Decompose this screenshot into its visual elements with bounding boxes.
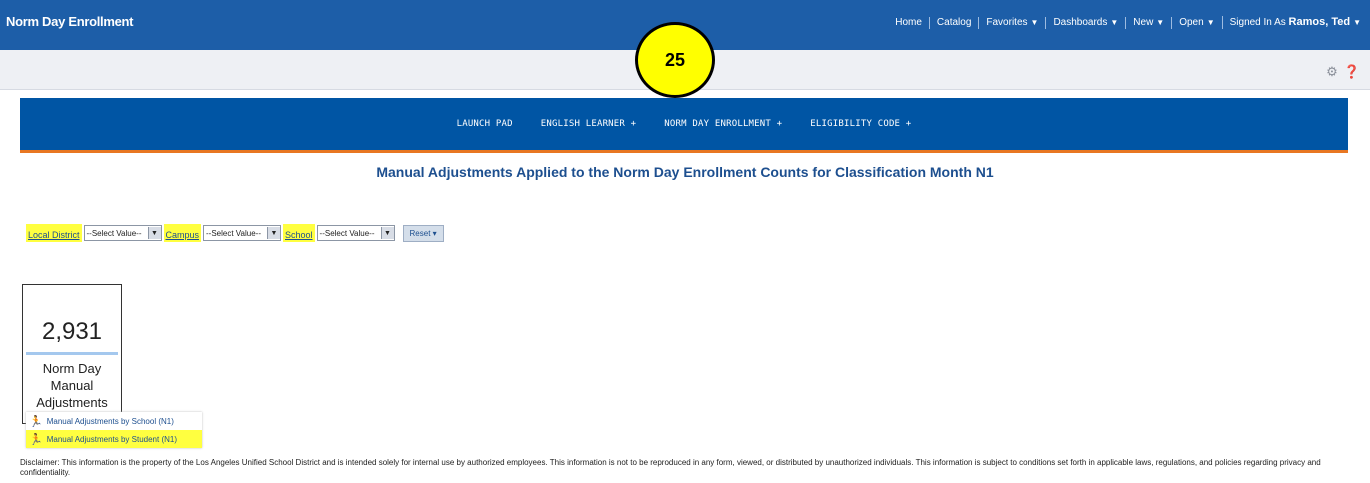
chevron-down-icon: ▼ xyxy=(1206,17,1215,27)
reset-button[interactable]: Reset ▾ xyxy=(402,224,444,242)
open-label: Open xyxy=(1179,16,1204,28)
school-label: School xyxy=(283,224,315,242)
dashboards-menu[interactable]: Dashboards ▼ xyxy=(1045,16,1125,29)
new-menu[interactable]: New ▼ xyxy=(1125,16,1171,29)
kpi-value: 2,931 xyxy=(41,318,103,345)
dashboard-banner: LAUNCH PAD ENGLISH LEARNER + NORM DAY EN… xyxy=(20,98,1348,153)
link-label: Manual Adjustments by Student (N1) xyxy=(46,434,177,444)
school-value: --Select Value-- xyxy=(319,228,375,238)
help-icon[interactable]: ❓ xyxy=(1344,64,1360,80)
toolbar-icons: ⚙ ❓ xyxy=(1326,64,1360,80)
user-menu[interactable]: Signed In As Ramos, Ted ▼ xyxy=(1221,16,1368,29)
nav-eligibility-code[interactable]: ELIGIBILITY CODE + xyxy=(810,119,911,129)
school-select[interactable]: --Select Value-- ▼ xyxy=(316,225,395,241)
reset-label: Reset xyxy=(409,228,431,238)
catalog-link[interactable]: Catalog xyxy=(928,16,978,29)
local-district-value: --Select Value-- xyxy=(86,228,142,238)
signed-in-label: Signed In As xyxy=(1229,17,1286,28)
chevron-down-icon: ▼ xyxy=(1156,17,1165,27)
campus-select[interactable]: --Select Value-- ▼ xyxy=(203,225,281,241)
nav-english-learner[interactable]: ENGLISH LEARNER + xyxy=(541,119,637,129)
dashboards-label: Dashboards xyxy=(1053,16,1108,28)
kpi-tile[interactable]: 2,931 Norm Day Manual Adjustments xyxy=(22,284,122,424)
link-label: Manual Adjustments by School (N1) xyxy=(46,416,174,426)
link-adjustments-by-student[interactable]: 🏃 Manual Adjustments by Student (N1) xyxy=(26,430,202,448)
action-links-menu: 🏃 Manual Adjustments by School (N1) 🏃 Manu… xyxy=(26,412,202,448)
favorites-label: Favorites xyxy=(986,16,1028,28)
favorites-menu[interactable]: Favorites ▼ xyxy=(978,16,1045,29)
runner-icon: 🏃 xyxy=(29,433,43,446)
chevron-down-icon[interactable]: ▼ xyxy=(147,227,161,239)
chevron-down-icon: ▼ xyxy=(1110,17,1119,27)
kpi-divider xyxy=(26,352,118,355)
campus-label: Campus xyxy=(163,224,202,242)
banner-navigation: LAUNCH PAD ENGLISH LEARNER + NORM DAY EN… xyxy=(20,119,1348,129)
local-district-label: Local District xyxy=(26,224,82,242)
chevron-down-icon: ▼ xyxy=(1030,17,1039,27)
step-number-badge: 25 xyxy=(635,22,715,98)
disclaimer-text: Disclaimer: This information is the prop… xyxy=(20,458,1321,477)
home-link[interactable]: Home xyxy=(888,17,929,29)
link-adjustments-by-school[interactable]: 🏃 Manual Adjustments by School (N1) xyxy=(26,412,202,430)
chevron-down-icon[interactable]: ▼ xyxy=(380,227,394,239)
campus-value: --Select Value-- xyxy=(206,228,261,238)
local-district-select[interactable]: --Select Value-- ▼ xyxy=(83,225,162,241)
runner-icon: 🏃 xyxy=(29,415,43,428)
app-title: Norm Day Enrollment xyxy=(6,14,134,29)
gear-icon[interactable]: ⚙ xyxy=(1326,64,1338,80)
chevron-down-icon: ▼ xyxy=(1353,18,1361,27)
nav-launch-pad[interactable]: LAUNCH PAD xyxy=(457,119,513,129)
user-name: Ramos, Ted xyxy=(1288,16,1351,28)
chevron-down-icon[interactable]: ▼ xyxy=(267,227,280,239)
new-label: New xyxy=(1133,16,1154,28)
nav-norm-day-enrollment[interactable]: NORM DAY ENROLLMENT + xyxy=(664,119,782,129)
top-navigation: Home Catalog Favorites ▼ Dashboards ▼ New ▼… xyxy=(888,16,1368,29)
filter-bar: Local District --Select Value-- ▼ Campus … xyxy=(26,224,444,242)
kpi-label: Norm Day Manual Adjustments xyxy=(36,361,108,410)
open-menu[interactable]: Open ▼ xyxy=(1171,16,1221,29)
page-title: Manual Adjustments Applied to the Norm D… xyxy=(376,164,994,180)
